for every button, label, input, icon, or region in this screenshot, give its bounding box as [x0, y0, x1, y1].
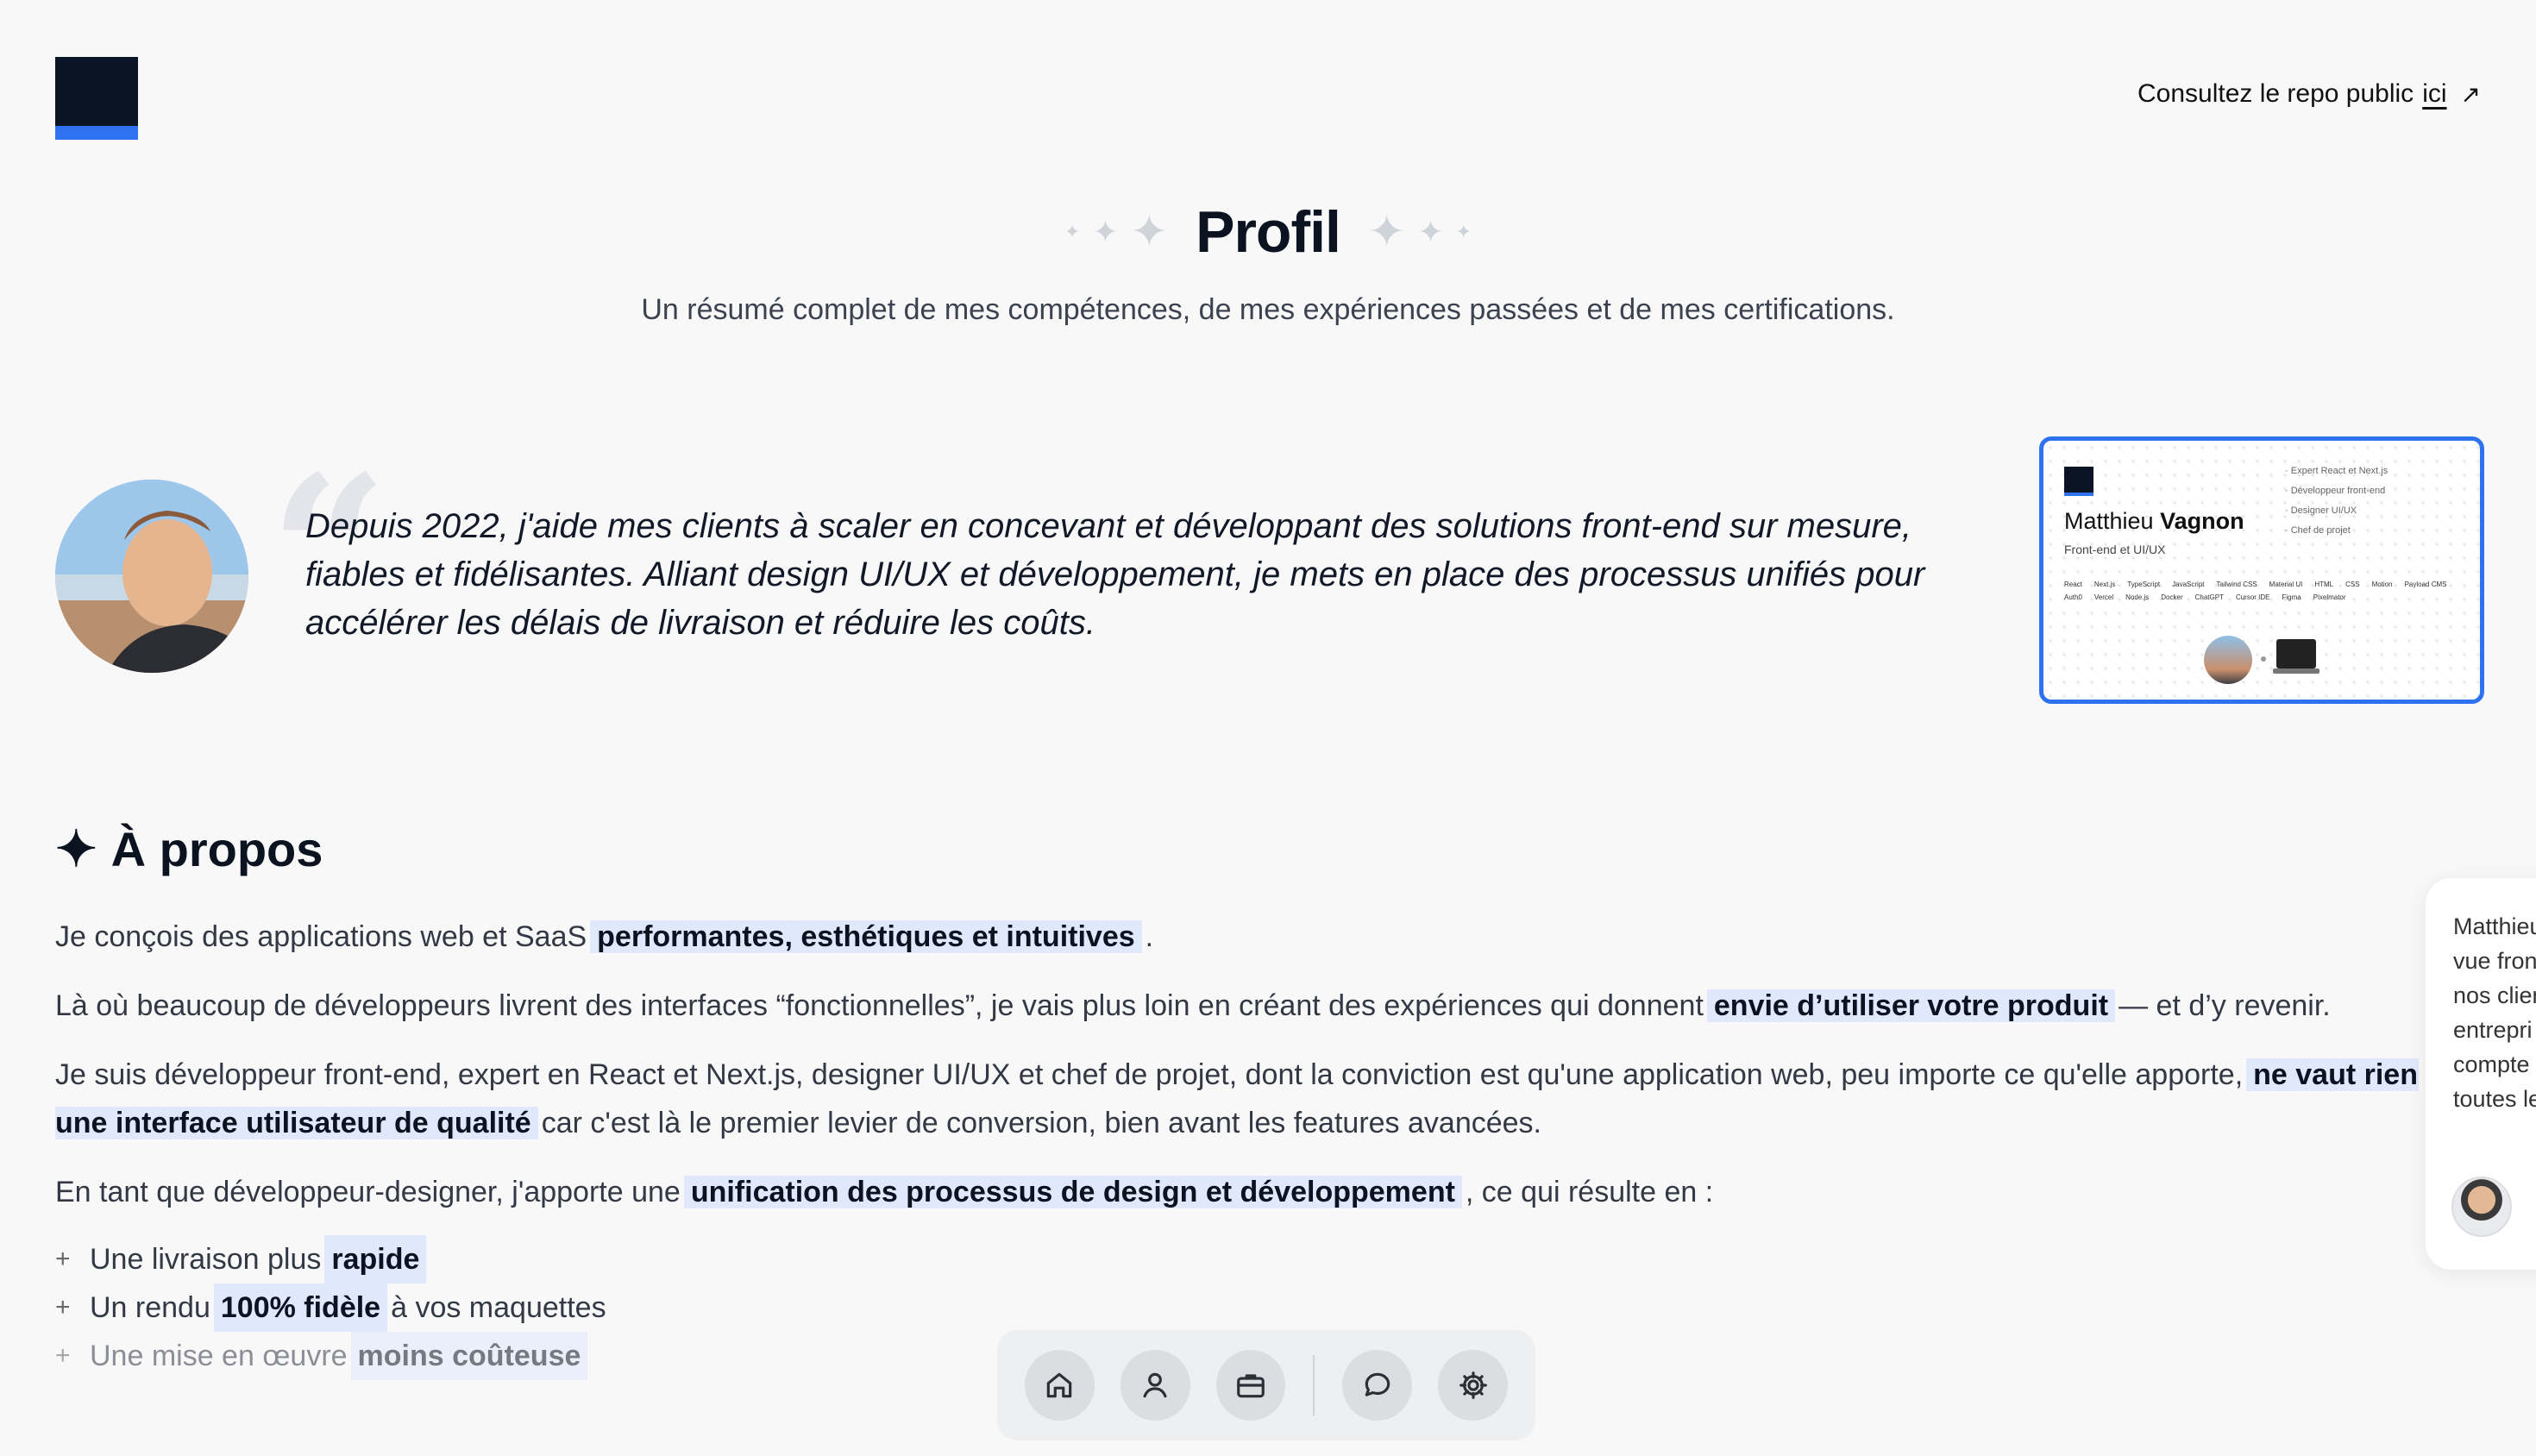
- card-first-name: Matthieu: [2064, 508, 2154, 534]
- card-tag: React: [2064, 581, 2082, 588]
- card-separator-dot: [2261, 656, 2266, 662]
- about-paragraph-4: En tant que développeur-designer, j'appo…: [55, 1176, 1714, 1208]
- repo-text: Consultez le repo public: [2137, 79, 2414, 108]
- card-list-item: Designer UI/UX: [2290, 505, 2357, 516]
- avatar-illustration: [55, 480, 248, 673]
- profile-button[interactable]: [1120, 1350, 1190, 1421]
- sparkle-icon: ✦: [1064, 221, 1081, 242]
- card-tag: CSS: [2345, 581, 2360, 588]
- card-list-item: Chef de projet: [2290, 525, 2351, 536]
- card-role-list: · Expert React et Next.js · Développeur …: [2285, 466, 2388, 536]
- testimonial-text: Matthieu vue fron nos clien entrepri com…: [2453, 913, 2536, 1112]
- highlight: performantes, esthétiques et intuitives: [590, 920, 1142, 953]
- about-heading-text: À propos: [110, 821, 323, 876]
- card-list-item: Développeur front-end: [2290, 486, 2386, 496]
- about-paragraph-2: Là où beaucoup de développeurs livrent d…: [55, 989, 2331, 1022]
- card-tag: Vercel: [2093, 593, 2114, 601]
- sparkle-icon: ✦: [55, 821, 97, 877]
- testimonial-card[interactable]: Matthieu vue fron nos clien entrepri com…: [2426, 878, 2536, 1270]
- highlight: moins coûteuse: [350, 1332, 588, 1380]
- sparkle-icon: ✦: [1417, 214, 1444, 249]
- dock-separator: [1313, 1355, 1315, 1415]
- profile-avatar: [55, 480, 248, 673]
- plus-icon: +: [55, 1341, 71, 1370]
- card-name: Matthieu Vagnon: [2064, 508, 2244, 535]
- highlight: 100% fidèle: [213, 1283, 388, 1332]
- card-last-name: Vagnon: [2160, 508, 2244, 534]
- bottom-dock-nav: [997, 1330, 1535, 1440]
- home-button[interactable]: [1025, 1350, 1095, 1421]
- sparkle-icon: ✦: [1455, 221, 1472, 242]
- card-tag: Pixelmator: [2313, 593, 2346, 601]
- external-arrow-icon: ↗: [2460, 80, 2481, 108]
- sparkle-icon: ✦: [1367, 207, 1406, 257]
- list-item: + Une livraison plus rapide: [55, 1235, 606, 1283]
- page-subtitle: Un résumé complet de mes compétences, de…: [641, 293, 1895, 326]
- settings-icon: [1459, 1371, 1487, 1399]
- highlight: envie d’utiliser votre produit: [1706, 989, 2116, 1022]
- card-tag: Tailwind CSS: [2216, 581, 2257, 588]
- card-list-item: Expert React et Next.js: [2290, 466, 2388, 476]
- sparkle-icon: ✦: [1092, 214, 1119, 249]
- list-item: + Un rendu 100% fidèle à vos maquettes: [55, 1283, 606, 1332]
- about-paragraph-1: Je conçois des applications web et SaaS p…: [55, 920, 1154, 953]
- highlight: une interface utilisateur de qualité: [55, 1107, 538, 1139]
- card-tag: Figma: [2282, 593, 2301, 601]
- list-item: + Une mise en œuvre moins coûteuse: [55, 1332, 606, 1380]
- card-tag: HTML: [2314, 581, 2334, 588]
- plus-icon: +: [55, 1293, 71, 1321]
- card-tag: Docker: [2161, 593, 2183, 601]
- card-tag: Payload CMS: [2404, 581, 2447, 588]
- contact-button[interactable]: [1342, 1350, 1413, 1421]
- home-icon: [1047, 1372, 1072, 1398]
- repo-link[interactable]: ici: [2422, 79, 2446, 109]
- logo-accent-bar: [55, 126, 138, 140]
- about-paragraph-3-line-2: une interface utilisateur de qualité car …: [55, 1107, 1541, 1139]
- profile-card-preview[interactable]: Matthieu Vagnon Front-end et UI/UX · Exp…: [2039, 436, 2484, 704]
- user-icon: [1143, 1372, 1167, 1398]
- page-header: ✦ ✦ ✦ Profil ✦ ✦ ✦: [0, 198, 2536, 266]
- card-tag: ChatGPT: [2194, 593, 2224, 601]
- highlight: ne vaut rien s: [2246, 1058, 2419, 1091]
- settings-button[interactable]: [1438, 1350, 1509, 1421]
- chat-icon: [1365, 1372, 1390, 1396]
- card-tag: Next.js: [2093, 581, 2116, 588]
- card-tech-tags: React Next.js TypeScript JavaScript Tail…: [2064, 581, 2461, 601]
- testimonial-avatar: [2451, 1177, 2512, 1237]
- sparkle-icon: ✦: [1130, 207, 1169, 257]
- card-role: Front-end et UI/UX: [2064, 543, 2166, 556]
- card-avatar: [2204, 636, 2252, 684]
- card-tag: JavaScript: [2172, 581, 2205, 588]
- card-tag: Motion: [2371, 581, 2393, 588]
- card-tag: TypeScript: [2127, 581, 2161, 588]
- card-tag: Cursor IDE: [2235, 593, 2270, 601]
- plus-icon: +: [55, 1245, 71, 1273]
- repo-link-row: Consultez le repo public ici ↗: [2137, 79, 2481, 109]
- about-paragraph-3-line-1: Je suis développeur front-end, expert en…: [55, 1051, 2419, 1099]
- profile-quote: Depuis 2022, j'aide mes clients à scaler…: [305, 507, 1925, 642]
- about-heading: ✦ À propos: [55, 819, 323, 878]
- card-tag: Auth0: [2064, 593, 2082, 601]
- highlight: unification des processus de design et d…: [683, 1176, 1462, 1208]
- page-title: Profil: [1196, 199, 1341, 265]
- card-tag: Material UI: [2269, 581, 2303, 588]
- briefcase-icon: [1237, 1374, 1265, 1398]
- laptop-icon: [2273, 639, 2319, 674]
- benefits-list: + Une livraison plus rapide + Un rendu 100…: [55, 1235, 606, 1380]
- card-tag: Node.js: [2125, 593, 2150, 601]
- card-logo: [2064, 467, 2093, 496]
- highlight: rapide: [324, 1235, 427, 1283]
- projects-button[interactable]: [1215, 1350, 1286, 1421]
